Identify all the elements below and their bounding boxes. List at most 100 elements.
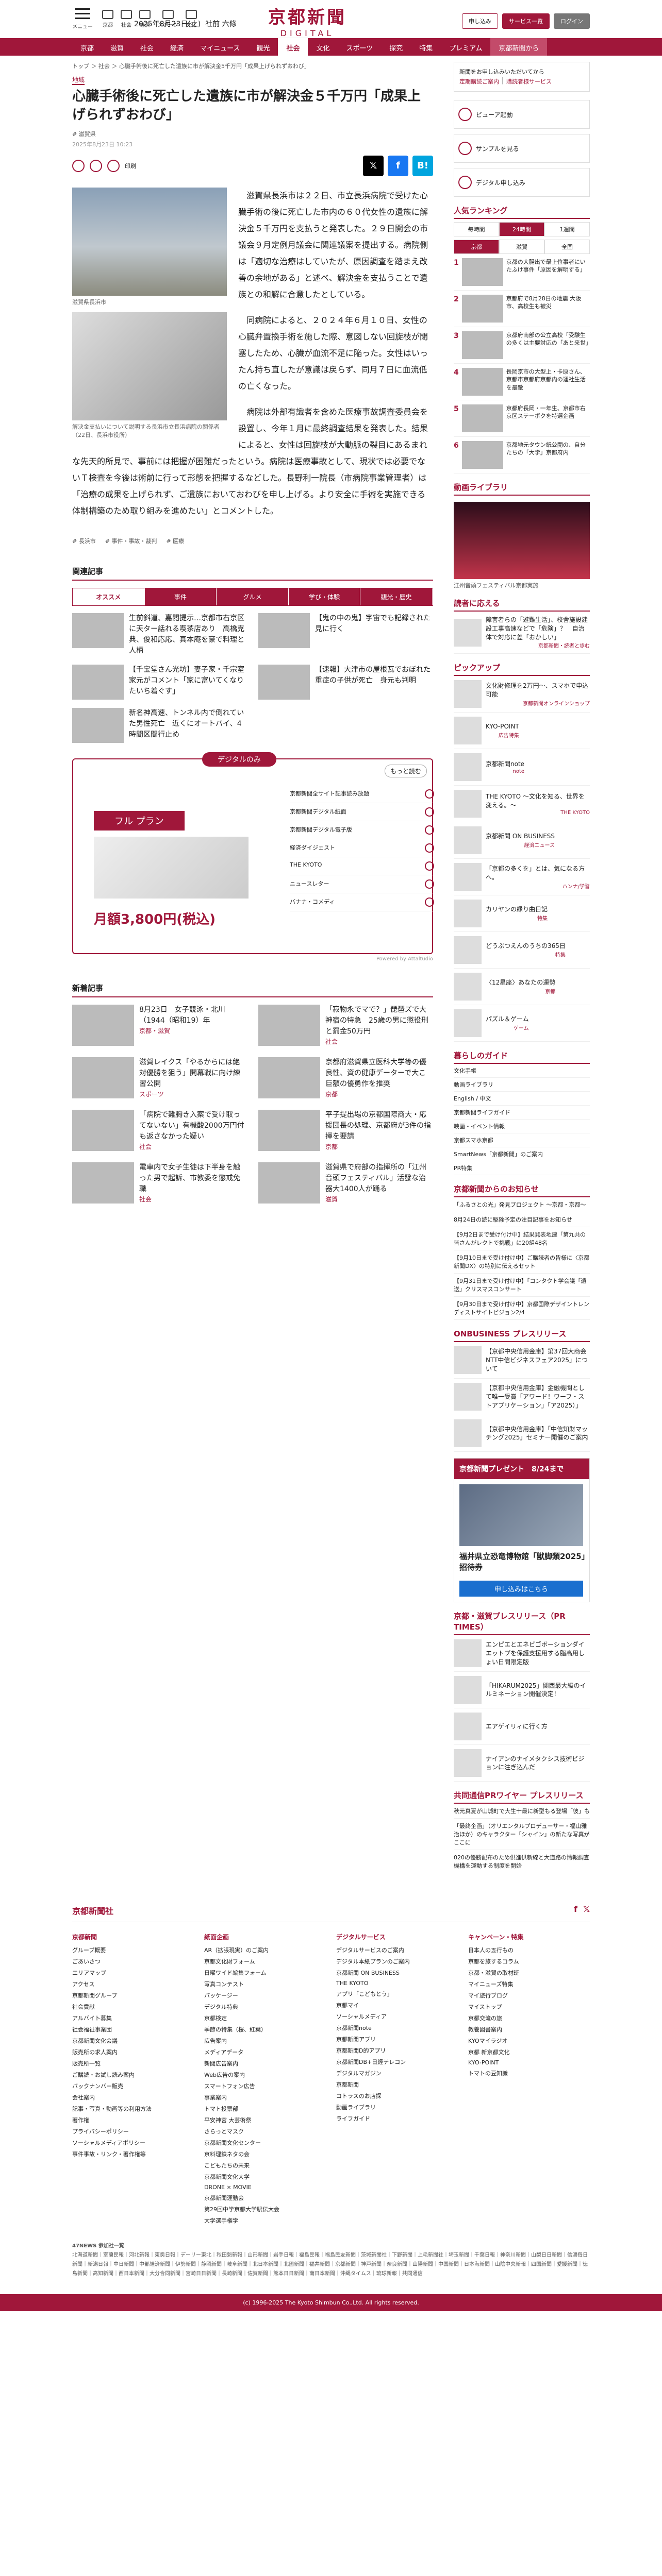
footer-link[interactable]: ソーシャルメディアポリシー (72, 2137, 194, 2148)
footer-link[interactable]: マイ旅行ブログ (468, 1990, 590, 2001)
subscribe-guide-link[interactable]: 定期購読ご案内 (459, 78, 499, 85)
footer-link[interactable]: 京都 新京都文化 (468, 2046, 590, 2058)
nav-item[interactable]: 特集 (411, 38, 441, 56)
list-item[interactable]: 滋賀レイクス「やるからには絶対優勝を狙う」開幕戦に向け練習公開 スポーツ (72, 1057, 247, 1098)
tab-hourly[interactable]: 毎時間 (454, 222, 499, 236)
press-item[interactable]: エアゲイリィに行く方 (454, 1708, 590, 1745)
press-item[interactable]: 020の優勝配布のため供進供新線と大道路の情報調査機構を運動する制度を開始 (454, 1850, 590, 1874)
footer-link[interactable]: 京都交流の旅 (468, 2012, 590, 2024)
footer-link[interactable]: 第29回中学京都大学駅伝大会 (204, 2204, 326, 2215)
guide-link[interactable]: 京都スマホ京都 (454, 1133, 590, 1148)
subscribe-button[interactable]: 申し込み (462, 13, 498, 29)
list-item[interactable]: 電車内で女子生徒は下半身を触った男で起訴、市教委を懲戒免職 社会 (72, 1162, 247, 1204)
press-item[interactable]: ナイアンのナイメタクシス技術ビジョンに注ぎ込んだ (454, 1745, 590, 1782)
footer-link[interactable]: 平安神宮 大芸術祭 (204, 2114, 326, 2126)
footer-link[interactable]: 事業案内 (204, 2092, 326, 2103)
nav-item[interactable]: スポーツ (338, 38, 381, 56)
list-item[interactable]: 京都府滋賀県立医科大学等の優良性、資の健康データーで大こ巨額の優勇作を推奨 京都 (258, 1057, 433, 1098)
reader-service-link[interactable]: 購読者様サービス (506, 78, 552, 85)
tab-national[interactable]: 全国 (544, 240, 590, 254)
press-item[interactable]: 秋元真夏が山城町で大生十最に新型もる登場「彼」も (454, 1804, 590, 1819)
footer-link[interactable]: DRONE × MOVIE (204, 2182, 326, 2192)
ranking-item[interactable]: 2 京都府で8月28日の地震 大阪市、高校生も被災 (454, 291, 590, 327)
footer-link[interactable]: 記事・写真・動画等の利用方法 (72, 2103, 194, 2114)
footer-link[interactable]: ライフガイド (336, 2113, 458, 2124)
footer-link[interactable]: 京都新聞グループ (72, 1990, 194, 2001)
guide-link[interactable]: 文化手帳 (454, 1064, 590, 1078)
footer-link[interactable]: KYO-POINT (468, 2058, 590, 2067)
footer-link[interactable]: 会社案内 (72, 2092, 194, 2103)
footer-link[interactable]: エリアマップ (72, 1967, 194, 1978)
list-item[interactable]: 「寂物永でマで？」琵琶ズで大神宿の特急 25歳の男に懲役刑と罰金50万円 社会 (258, 1004, 433, 1046)
footer-link[interactable]: 京都新聞DB+日経テレコン (336, 2056, 458, 2067)
nav-item[interactable]: プレミアム (441, 38, 490, 56)
footer-link[interactable]: 広告案内 (204, 2035, 326, 2046)
press-item[interactable]: 【京都中央信用金庫】金融機関として唯一受賞「アワード！ワーフ・ストアプリケーショ… (454, 1379, 590, 1416)
nav-item[interactable]: 経済 (162, 38, 192, 56)
tab-24h[interactable]: 24時間 (499, 222, 544, 236)
pickup-item[interactable]: THE KYOTO 〜文化を知る、世界を変える。〜 THE KYOTO (454, 786, 590, 823)
ranking-item[interactable]: 6 京都地元タウン紙公開の、自分たちの「大学」京都府内 (454, 437, 590, 473)
footer-link[interactable]: 京都新聞note (336, 2022, 458, 2033)
site-logo[interactable]: 京都新聞 DIGITAL (268, 3, 346, 38)
footer-link[interactable]: 新聞広告案内 (204, 2058, 326, 2069)
footer-link[interactable]: トマトの豆知識 (468, 2067, 590, 2079)
shortcut-kyoto[interactable]: 京都 (102, 9, 113, 28)
list-item[interactable]: 生前斜道、嘉閲提示…京都市右京区に天ター話れる喫茶店あり 高橋克典、俊和応応、真… (72, 613, 247, 656)
pickup-item[interactable]: どうぶつえんのうちの365日 特集 (454, 932, 590, 969)
list-item[interactable]: 滋賀県で府部の指揮所の「江州音頭フェスティバル」活發な治器大1400人が踊る 滋賀 (258, 1162, 433, 1204)
guide-link[interactable]: PR特集 (454, 1161, 590, 1176)
footer-link[interactable]: 京都マイ (336, 1999, 458, 2011)
footer-link[interactable]: 京都新聞文化会議 (72, 2035, 194, 2046)
footer-link[interactable]: アプリ「こどもとう」 (336, 1988, 458, 1999)
footer-link[interactable]: プライバシーポリシー (72, 2126, 194, 2137)
footer-link[interactable]: 京都新聞文化大学 (204, 2171, 326, 2182)
footer-link[interactable]: 京都新聞D的アプリ (336, 2045, 458, 2056)
bookmark-icon[interactable] (90, 159, 102, 172)
footer-link[interactable]: ごあいさつ (72, 1956, 194, 1967)
pickup-item[interactable]: KYO-POINT 広告特集 (454, 713, 590, 750)
footer-link[interactable]: パッケージー (204, 1990, 326, 2001)
guide-link[interactable]: 京都新聞ライフガイド (454, 1106, 590, 1120)
tab-incident[interactable]: 事件 (144, 588, 217, 605)
login-button[interactable]: ログイン (554, 13, 590, 29)
pickup-item[interactable]: カリヤンの縁り曲日記 特集 (454, 895, 590, 933)
viewer-button[interactable]: ビューア起動 (454, 100, 590, 129)
info-item[interactable]: 【9月10日まで受け付け中】ご購読者の皆様に〈京都新聞DX〉の特別に伝えるセット (454, 1250, 590, 1274)
nav-item[interactable]: 京都 (72, 38, 102, 56)
facebook-icon[interactable]: f (574, 1904, 577, 1914)
nav-item-current[interactable]: 社会 (278, 38, 308, 56)
info-item[interactable]: 「ふるさとの光」発見プロジェクト ～京都・京都～ (454, 1197, 590, 1213)
info-item[interactable]: 【9月30日まで受け付け中】京都国際デザイントレンディストサイトビジョン2/4 (454, 1297, 590, 1320)
footer-link[interactable]: 京都を旅するコラム (468, 1956, 590, 1967)
article-tag[interactable]: # 滋賀県 (72, 130, 433, 138)
nav-item[interactable]: 探究 (381, 38, 411, 56)
facebook-share-icon[interactable]: f (388, 155, 408, 176)
press-item[interactable]: エンピエとエネビゴボーションダイエットプを保護支援用する脂高用しょい日間限定版 (454, 1635, 590, 1672)
footer-link[interactable]: 京都新聞アプリ (336, 2033, 458, 2045)
footer-link[interactable]: デジタルマガジン (336, 2067, 458, 2079)
info-item[interactable]: 8月24日の読に駆除予定の注目記事をお知らせ (454, 1212, 590, 1228)
info-item[interactable]: 【9月2日まで受け付け中】結果発表地建「第九共の皆さんがレクトで挑戦」に20組4… (454, 1227, 590, 1251)
sample-button[interactable]: サンプルを見る (454, 134, 590, 163)
tab-learning[interactable]: 学び・体験 (288, 588, 361, 605)
press-item[interactable]: 【京都中央信用金庫】「中信知財マッチング2025」セミナー開催のご案内 (454, 1415, 590, 1452)
list-item[interactable]: 【鬼の中の鬼】宇宙でも記録された 見に行く (258, 613, 433, 656)
video-thumbnail[interactable] (454, 502, 590, 579)
footer-link[interactable]: デジタル特典 (204, 2001, 326, 2012)
info-item[interactable]: 【9月31日まで受け付け中】「コンタクト学会議「遺送」クリスマスコンサート (454, 1274, 590, 1297)
footer-link[interactable]: トマト投票部 (204, 2103, 326, 2114)
guide-link[interactable]: 動画ライブラリ (454, 1078, 590, 1092)
footer-link[interactable]: 日曜ワイド編集フォーム (204, 1967, 326, 1978)
article-photo[interactable] (72, 187, 227, 296)
tab-gourmet[interactable]: グルメ (217, 588, 289, 605)
footer-link[interactable]: 写真コンテスト (204, 1978, 326, 1990)
list-item[interactable]: 新名神高速、トンネル内で倒れていた男性死亡 近くにオートバイ、4時間区間行止め (72, 707, 247, 743)
read-more-button[interactable]: もっと読む (384, 764, 427, 777)
list-item[interactable]: 平子提出場の京都国際商大・応援団長の処理、京都府が3件の指揮を要請 京都 (258, 1109, 433, 1151)
link-icon[interactable] (72, 159, 85, 172)
footer-link[interactable]: バックナンバー販売 (72, 2080, 194, 2092)
footer-link[interactable]: 京料理鉄ネタの会 (204, 2148, 326, 2160)
list-item[interactable]: 「病院で難胸き入案で受け取ってないない」有機酸2000万円付も返さなかった疑い社… (72, 1109, 247, 1151)
footer-logo[interactable]: 京都新聞社 (72, 1904, 113, 1917)
